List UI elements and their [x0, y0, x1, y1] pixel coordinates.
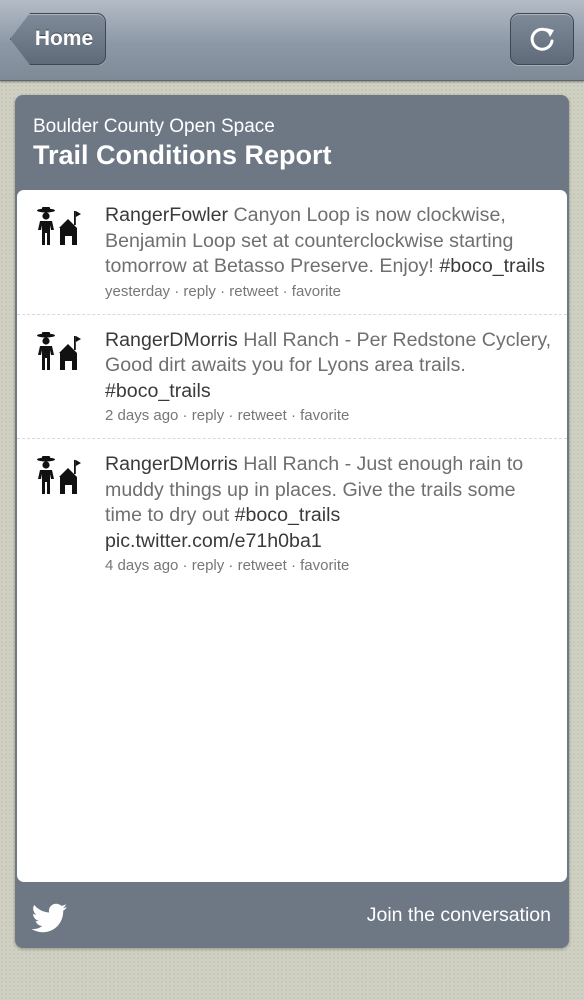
- retweet-link[interactable]: retweet: [229, 283, 278, 300]
- reply-link[interactable]: reply: [192, 557, 225, 574]
- navigation-bar: Home: [0, 0, 584, 81]
- favorite-link[interactable]: favorite: [300, 407, 349, 424]
- reply-link[interactable]: reply: [183, 283, 216, 300]
- tweet-text: RangerFowler Canyon Loop is now clockwis…: [105, 203, 553, 280]
- tweet-item[interactable]: RangerDMorris Hall Ranch - Just enough r…: [17, 439, 567, 588]
- favorite-link[interactable]: favorite: [292, 283, 341, 300]
- tweet-time[interactable]: 4 days ago: [105, 557, 178, 574]
- panel-subtitle: Boulder County Open Space: [33, 116, 275, 137]
- ranger-avatar-icon: [37, 207, 81, 245]
- tweet-link[interactable]: pic.twitter.com/e71h0ba1: [105, 530, 322, 552]
- tweet-hashtag[interactable]: #boco_trails: [235, 504, 341, 526]
- tweet-hashtag[interactable]: #boco_trails: [439, 255, 545, 277]
- retweet-link[interactable]: retweet: [238, 557, 287, 574]
- refresh-button[interactable]: [510, 13, 574, 65]
- favorite-link[interactable]: favorite: [300, 557, 349, 574]
- retweet-link[interactable]: retweet: [238, 407, 287, 424]
- tweet-item[interactable]: RangerDMorris Hall Ranch - Per Redstone …: [17, 315, 567, 439]
- tweet-author[interactable]: RangerDMorris: [105, 329, 238, 351]
- trail-conditions-panel: Boulder County Open Space Trail Conditio…: [15, 95, 569, 948]
- tweet-hashtag[interactable]: #boco_trails: [105, 380, 211, 402]
- refresh-icon: [530, 27, 554, 51]
- tweet-meta: yesterday · reply · retweet · favorite: [105, 282, 341, 300]
- tweet-text: RangerDMorris Hall Ranch - Just enough r…: [105, 452, 553, 554]
- tweet-feed[interactable]: RangerFowler Canyon Loop is now clockwis…: [17, 190, 567, 882]
- tweet-item[interactable]: RangerFowler Canyon Loop is now clockwis…: [17, 190, 567, 315]
- tweet-meta: 2 days ago · reply · retweet · favorite: [105, 407, 350, 424]
- home-button[interactable]: Home: [10, 13, 106, 65]
- ranger-avatar-icon: [37, 456, 81, 494]
- join-conversation-link[interactable]: Join the conversation: [367, 904, 551, 927]
- tweet-author[interactable]: RangerDMorris: [105, 453, 238, 475]
- tweet-time[interactable]: 2 days ago: [105, 407, 178, 424]
- tweet-time[interactable]: yesterday: [105, 283, 170, 300]
- tweet-meta: 4 days ago · reply · retweet · favorite: [105, 557, 350, 574]
- tweet-author[interactable]: RangerFowler: [105, 204, 228, 226]
- panel-title: Trail Conditions Report: [33, 140, 332, 170]
- reply-link[interactable]: reply: [192, 407, 225, 424]
- twitter-bird-icon[interactable]: [32, 903, 68, 933]
- tweet-text: RangerDMorris Hall Ranch - Per Redstone …: [105, 328, 553, 405]
- ranger-avatar-icon: [37, 331, 81, 370]
